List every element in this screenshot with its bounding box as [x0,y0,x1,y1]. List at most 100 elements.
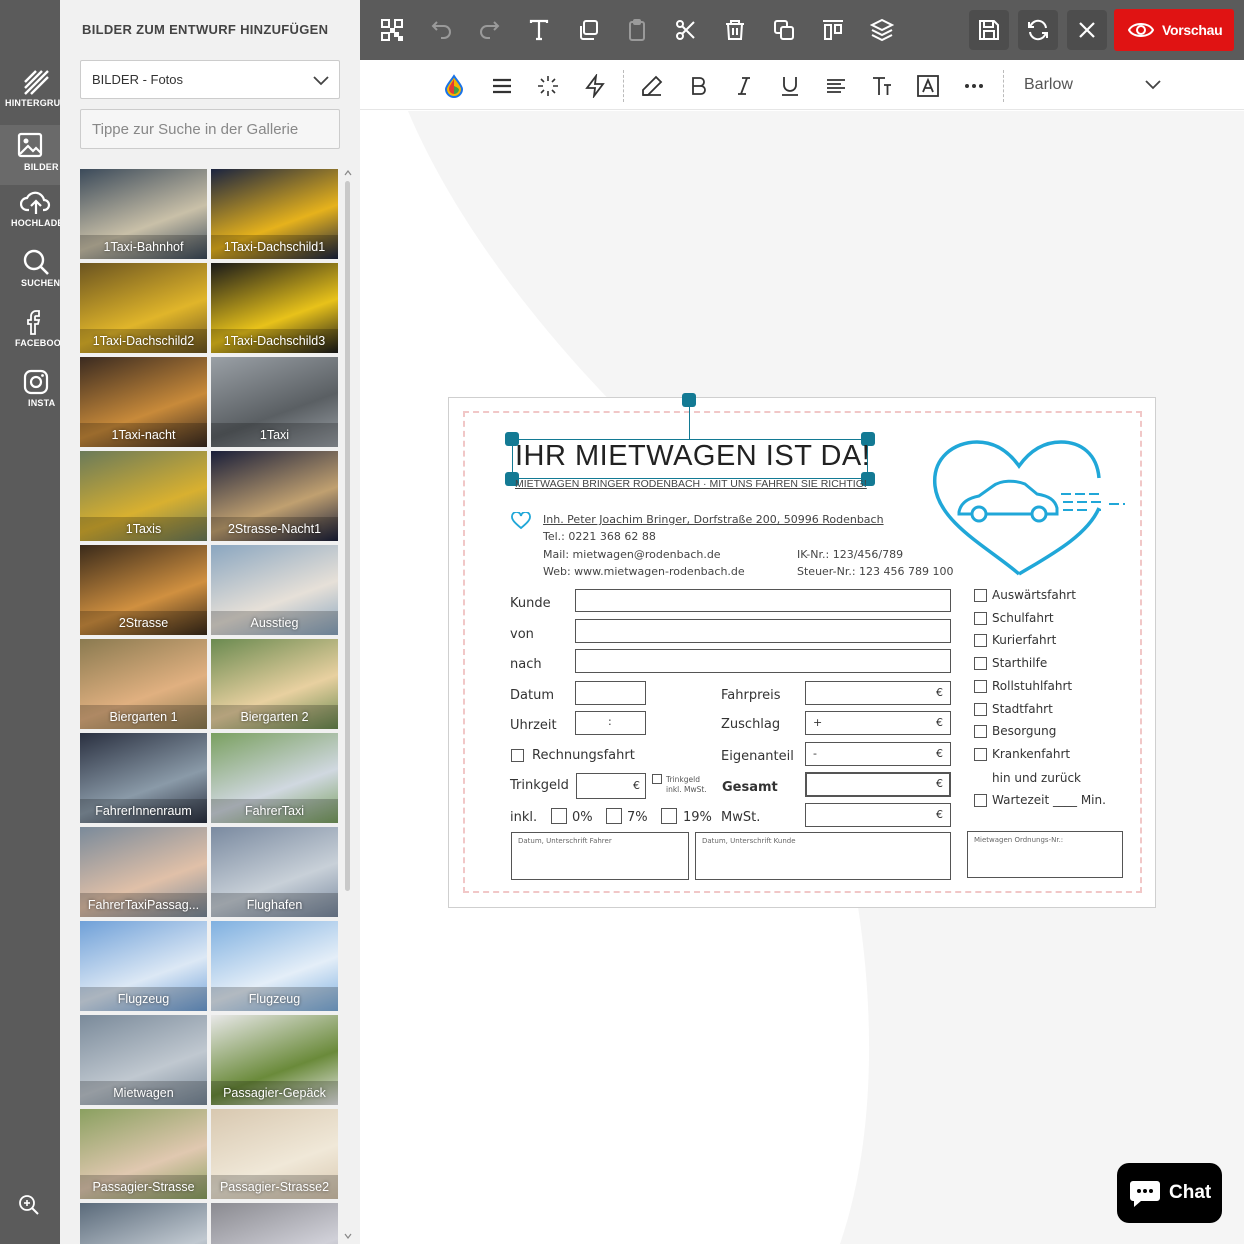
gallery-image[interactable]: FahrerTaxi [211,733,338,823]
gallery-image[interactable]: 1Taxi-Dachschild1 [211,169,338,259]
field-trinkgeld[interactable]: € [576,773,646,799]
gallery-image[interactable]: Flugzeug [211,921,338,1011]
gallery-image[interactable] [80,1203,207,1244]
checkbox-ride-option[interactable] [974,702,987,716]
gallery-image[interactable]: 1Taxi [211,357,338,447]
checkbox-ride-option[interactable] [974,634,987,648]
flash-button[interactable] [582,73,608,99]
label-eigenanteil: Eigenanteil [721,749,794,764]
rail-item-images[interactable]: BILDER [0,125,60,185]
category-select[interactable]: BILDER - Fotos [80,60,340,99]
gallery-image-caption: 1Taxi-Dachschild1 [211,235,338,259]
field-von[interactable] [575,619,951,643]
redo-button[interactable] [470,10,510,50]
field-fahrpreis[interactable]: € [805,681,951,705]
text-size-button[interactable] [869,73,895,99]
underline-button[interactable] [777,73,803,99]
gallery-image[interactable] [211,1203,338,1244]
scrollbar-thumb[interactable] [345,181,350,891]
gallery-image[interactable]: 2Strasse [80,545,207,635]
effects-button[interactable] [535,73,561,99]
align-button[interactable] [823,73,849,99]
gallery-image[interactable]: 1Taxi-Dachschild2 [80,263,207,353]
duplicate-button[interactable] [764,10,804,50]
checkbox-ride-option[interactable] [974,725,987,739]
field-nach[interactable] [575,649,951,673]
currency-sign: € [936,777,943,790]
cut-icon [676,20,695,40]
gallery-image[interactable]: FahrerTaxiPassag... [80,827,207,917]
line-spacing-button[interactable] [489,73,515,99]
undo-button[interactable] [421,10,461,50]
gallery-image[interactable]: FahrerInnenraum [80,733,207,823]
checkbox-ride-option[interactable] [974,589,987,602]
gallery-image[interactable]: 1Taxi-nacht [80,357,207,447]
ordnungsnummer-box[interactable]: Mietwagen Ordnungs-Nr.: [967,831,1123,878]
gallery-image[interactable]: Mietwagen [80,1015,207,1105]
gallery-image[interactable]: Flughafen [211,827,338,917]
card-web: Web: www.mietwagen-rodenbach.de [543,565,745,578]
layers-icon [870,18,894,42]
checkbox-rechnungsfahrt[interactable] [511,749,524,762]
gallery-image[interactable]: Passagier-Strasse2 [211,1109,338,1199]
color-button[interactable] [441,73,467,99]
checkbox-19-percent[interactable] [661,808,677,824]
checkbox-trinkgeld-mwst[interactable] [652,774,662,784]
checkbox-ride-option[interactable] [974,611,987,625]
gallery-image[interactable]: Flugzeug [80,921,207,1011]
layers-button[interactable] [862,10,902,50]
close-button[interactable] [1067,10,1107,50]
qr-code-button[interactable] [372,10,412,50]
option-hin-zurueck: hin und zurück [992,771,1081,785]
design-card[interactable]: IHR MIETWAGEN IST DA! MIETWAGEN BRINGER … [448,393,1156,908]
card-headline[interactable]: IHR MIETWAGEN IST DA! [515,440,870,473]
upload-cloud-icon [20,191,51,214]
checkbox-7-percent[interactable] [606,808,622,824]
gallery-image[interactable]: 1Taxi-Bahnhof [80,169,207,259]
checkbox-ride-option[interactable] [974,679,987,693]
field-gesamt[interactable]: € [805,772,951,797]
rotate-handle[interactable] [682,393,696,407]
gallery-image[interactable]: 2Strasse-Nacht1 [211,451,338,541]
refresh-button[interactable] [1018,10,1058,50]
card-subline-company: MIETWAGEN BRINGER RODENBACH · [515,478,710,490]
checkbox-wartezeit[interactable] [974,794,987,807]
signature-kunde[interactable]: Datum, Unterschrift Kunde [695,832,951,880]
zoom-button[interactable] [18,1194,40,1221]
field-zuschlag[interactable]: + € [805,711,951,735]
add-text-button[interactable] [519,10,559,50]
gallery-image[interactable]: Biergarten 2 [211,639,338,729]
checkbox-ride-option[interactable] [974,747,987,761]
redo-icon [480,21,500,39]
signature-fahrer[interactable]: Datum, Unterschrift Fahrer [511,832,689,880]
gallery-scrollbar[interactable] [343,169,352,1244]
gallery-image[interactable]: Ausstieg [211,545,338,635]
bold-button[interactable] [686,73,712,99]
preview-button[interactable]: Vorschau [1114,9,1234,51]
cut-button[interactable] [666,10,706,50]
field-eigenanteil[interactable]: - € [805,742,951,766]
paste-button[interactable] [617,10,657,50]
field-kunde[interactable] [575,589,951,612]
save-button[interactable] [969,10,1009,50]
text-frame-button[interactable] [915,73,941,99]
pen-button[interactable] [639,73,665,99]
field-uhrzeit[interactable]: : [575,711,646,735]
more-button[interactable] [961,73,987,99]
field-datum[interactable] [575,681,646,705]
checkbox-ride-option[interactable] [974,657,987,671]
gallery-image[interactable]: Biergarten 1 [80,639,207,729]
gallery-image[interactable]: 1Taxi-Dachschild3 [211,263,338,353]
copy-style-button[interactable] [568,10,608,50]
gallery-image[interactable]: 1Taxis [80,451,207,541]
gallery-image[interactable]: Passagier-Strasse [80,1109,207,1199]
gallery-image[interactable]: Passagier-Gepäck [211,1015,338,1105]
field-mwst[interactable]: € [805,803,951,827]
align-top-button[interactable] [813,10,853,50]
italic-button[interactable] [731,73,757,99]
background-icon [24,70,49,95]
gallery-search-input[interactable] [80,109,340,149]
checkbox-0-percent[interactable] [551,808,567,824]
delete-button[interactable] [715,10,755,50]
chat-button[interactable]: Chat [1117,1163,1222,1223]
